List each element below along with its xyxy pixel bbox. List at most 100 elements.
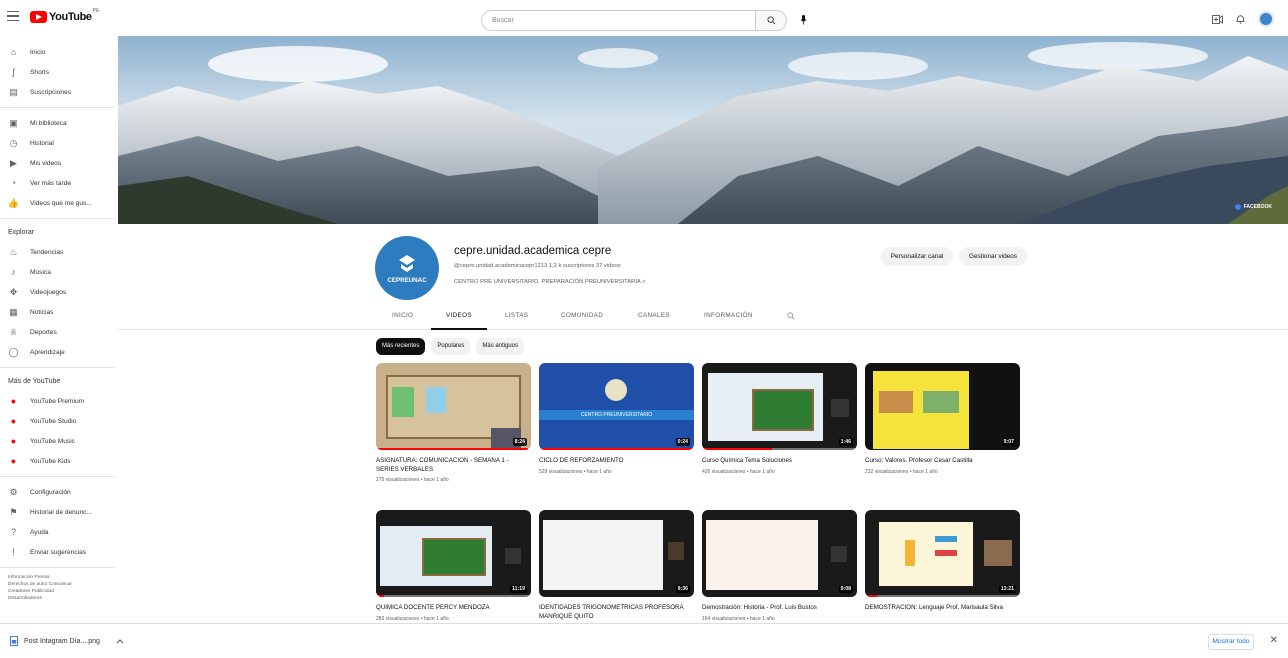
- sidebar-item-feedback[interactable]: ! Enviar sugerencias: [0, 542, 117, 562]
- video-card[interactable]: 9:07 Curso: Valores. Profesor Cesar Cast…: [865, 363, 1020, 475]
- sidebar-item-label: Inicio: [30, 48, 46, 56]
- manage-videos-button[interactable]: Gestionar videos: [959, 247, 1027, 266]
- thumbnail-image-graphic: [923, 391, 959, 413]
- sidebar-divider: [0, 476, 115, 477]
- video-card[interactable]: 9:08 Demostración: Historia - Prof. Luis…: [702, 510, 857, 622]
- sidebar-item-library[interactable]: ▣ Mi biblioteca: [0, 113, 117, 133]
- sidebar-item-help[interactable]: ? Ayuda: [0, 522, 117, 542]
- sidebar-item-youtube-premium[interactable]: ● YouTube Premium: [0, 391, 117, 411]
- video-title[interactable]: CICLO DE REFORZAMIENTO: [539, 457, 694, 466]
- thumbnail-emblem-graphic: [605, 379, 627, 401]
- sidebar-item-flag[interactable]: ⚑ Historial de denunc...: [0, 502, 117, 522]
- channel-description[interactable]: CENTRO PRE UNIVERSITARIO. PREPARACIÓN PR…: [454, 279, 646, 285]
- download-file-name[interactable]: Post Intagram Día....png: [24, 638, 100, 645]
- tab-listas[interactable]: LISTAS: [505, 312, 528, 319]
- tab-canales[interactable]: CANALES: [638, 312, 670, 319]
- video-thumbnail[interactable]: 9:36: [539, 510, 694, 597]
- video-thumbnail[interactable]: 13:21: [865, 510, 1020, 597]
- sidebar-item-subscriptions[interactable]: ▤ Suscripciones: [0, 82, 117, 102]
- sidebar: ⌂ Inicio ʃ Shorts ▤ Suscripciones ▣ Mi bibliot…: [0, 36, 117, 620]
- youtube-logo[interactable]: YouTube PE: [30, 8, 100, 23]
- video-card[interactable]: 13:21 DEMOSTRACIÓN: Lenguaje Prof. Maris…: [865, 510, 1020, 616]
- chip-recent[interactable]: Más recientes: [376, 338, 426, 355]
- sidebar-item-sports[interactable]: ♕ Deportes: [0, 322, 117, 342]
- video-title[interactable]: IDENTIDADES TRIGONOMETRICAS PROFESORA MA…: [539, 604, 694, 621]
- sidebar-item-label: Ver más tarde: [30, 179, 72, 187]
- hamburger-menu-icon[interactable]: [7, 11, 19, 23]
- create-video-icon[interactable]: [1212, 14, 1223, 24]
- sidebar-item-label: Noticias: [30, 308, 54, 316]
- video-thumbnail[interactable]: 11:19: [376, 510, 531, 597]
- footer-line[interactable]: Desarrolladores: [8, 595, 117, 602]
- sidebar-item-history[interactable]: ◷ Historial: [0, 133, 117, 153]
- sidebar-item-learning[interactable]: ◯ Aprendizaje: [0, 342, 117, 362]
- tab-videos[interactable]: VIDEOS: [446, 312, 472, 319]
- video-card[interactable]: 8:24 ASIGNATURA: COMUNICACIÓN - SEMANA 1…: [376, 363, 531, 483]
- sidebar-item-gaming[interactable]: ✥ Videojuegos: [0, 282, 117, 302]
- channel-search-icon[interactable]: [787, 312, 795, 320]
- sidebar-item-youtube-kids[interactable]: ● YouTube Kids: [0, 451, 117, 471]
- chip-popular[interactable]: Populares: [431, 338, 471, 355]
- sidebar-item-home[interactable]: ⌂ Inicio: [0, 42, 117, 62]
- tab-comunidad[interactable]: COMUNIDAD: [561, 312, 603, 319]
- video-thumbnail[interactable]: 9:07: [865, 363, 1020, 450]
- sidebar-item-youtube-music[interactable]: ● YouTube Music: [0, 431, 117, 451]
- more-from-youtube-heading: Más de YouTube: [8, 378, 61, 385]
- tab-informacion[interactable]: INFORMACIÓN: [704, 312, 753, 319]
- chip-oldest[interactable]: Más antiguos: [476, 338, 525, 355]
- footer-line[interactable]: Creadores Publicidad: [8, 588, 117, 595]
- footer-line[interactable]: Derechos de autor Comunicar: [8, 581, 117, 588]
- video-title[interactable]: Curso Química Tema Soluciones: [702, 457, 857, 466]
- voice-search-button[interactable]: [795, 12, 811, 28]
- video-title[interactable]: DEMOSTRACIÓN: Lenguaje Prof. Marisaula S…: [865, 604, 1020, 613]
- video-thumbnail[interactable]: 9:08: [702, 510, 857, 597]
- download-item[interactable]: Post Intagram Día....png: [10, 636, 124, 646]
- video-card[interactable]: 11:19 QUIMICA DOCENTE PERCY MENDOZA 283 …: [376, 510, 531, 622]
- video-meta: 164 visualizaciones • hace 1 año: [702, 615, 775, 622]
- thumbnail-document-graphic: [706, 520, 818, 590]
- footer-line[interactable]: Información Prensa: [8, 574, 117, 581]
- chevron-up-icon[interactable]: [116, 638, 124, 644]
- image-file-icon: [10, 636, 18, 646]
- search-button[interactable]: [756, 10, 787, 31]
- thumbnail-diagram-node: [905, 540, 915, 566]
- account-avatar[interactable]: [1258, 11, 1274, 27]
- channel-avatar[interactable]: CEPREUNAC: [375, 236, 439, 300]
- video-title[interactable]: QUIMICA DOCENTE PERCY MENDOZA: [376, 604, 531, 613]
- video-duration: 9:08: [838, 585, 853, 593]
- video-title[interactable]: Curso: Valores. Profesor Cesar Castilla: [865, 457, 1020, 466]
- country-code: PE: [92, 8, 100, 14]
- customize-channel-button[interactable]: Personalizar canal: [881, 247, 953, 266]
- video-duration: 1:46: [838, 438, 853, 446]
- video-title[interactable]: Demostración: Historia - Prof. Luis Bust…: [702, 604, 857, 613]
- sidebar-item-youtube-studio[interactable]: ● YouTube Studio: [0, 411, 117, 431]
- show-all-downloads-button[interactable]: Mostrar todo: [1208, 634, 1254, 650]
- sidebar-item-watch-later[interactable]: ◔ Ver más tarde: [0, 173, 117, 193]
- sidebar-item-label: Suscripciones: [30, 88, 72, 96]
- search-input[interactable]: Buscar: [481, 10, 756, 31]
- video-thumbnail[interactable]: 1:46: [702, 363, 857, 450]
- sidebar-item-settings[interactable]: ⚙ Configuración: [0, 482, 117, 502]
- video-thumbnail[interactable]: CENTRO PREUNIVERSITARIO 0:24: [539, 363, 694, 450]
- tab-inicio[interactable]: INICIO: [392, 312, 413, 319]
- video-card[interactable]: 9:36 IDENTIDADES TRIGONOMETRICAS PROFESO…: [539, 510, 694, 624]
- video-duration: 9:07: [1001, 438, 1016, 446]
- sidebar-item-music[interactable]: ♪ Música: [0, 262, 117, 282]
- sidebar-item-liked[interactable]: 👍 Videos que me gus...: [0, 193, 117, 213]
- watch-progress-fill: [865, 595, 878, 597]
- close-icon[interactable]: ✕: [1270, 635, 1278, 646]
- sidebar-item-shorts[interactable]: ʃ Shorts: [0, 62, 117, 82]
- sidebar-footer-links[interactable]: Información Prensa Derechos de autor Com…: [0, 574, 117, 602]
- sidebar-item-news[interactable]: ▦ Noticias: [0, 302, 117, 322]
- sidebar-item-my-videos[interactable]: ▶ Mis videos: [0, 153, 117, 173]
- subscriptions-icon: ▤: [9, 86, 18, 97]
- sidebar-item-trending[interactable]: ♨ Tendencias: [0, 242, 117, 262]
- sidebar-item-label: Videojuegos: [30, 288, 67, 296]
- notifications-bell-icon[interactable]: [1236, 14, 1245, 24]
- banner-facebook-link[interactable]: FACEBOOK: [1234, 204, 1272, 210]
- video-card[interactable]: 1:46 Curso Química Tema Soluciones 426 v…: [702, 363, 857, 475]
- video-title[interactable]: ASIGNATURA: COMUNICACIÓN - SEMANA 1 - SE…: [376, 457, 531, 474]
- video-thumbnail[interactable]: 8:24: [376, 363, 531, 450]
- video-card[interactable]: CENTRO PREUNIVERSITARIO 0:24 CICLO DE RE…: [539, 363, 694, 475]
- thumbnail-image-graphic: [879, 391, 913, 413]
